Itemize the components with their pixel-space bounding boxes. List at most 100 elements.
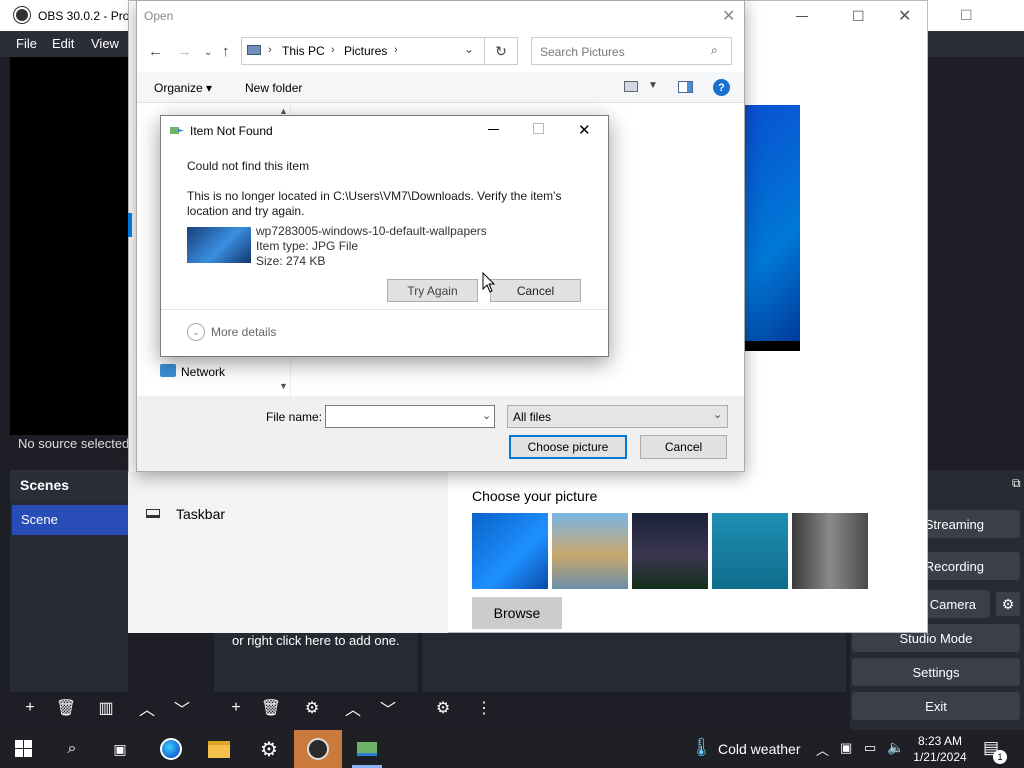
settings-close-icon[interactable]: ✕ [898, 6, 911, 26]
move-source-up-icon[interactable]: ︿ [339, 696, 367, 720]
item-not-found-heading: Could not find this item [187, 159, 310, 173]
weather-text[interactable]: Cold weather [718, 741, 801, 757]
search-input[interactable]: Search Pictures [531, 37, 732, 65]
view-options-icon[interactable] [624, 81, 638, 92]
more-details-toggle[interactable]: More details [211, 325, 276, 339]
picture-thumbnail-2[interactable] [552, 513, 628, 589]
task-view-icon[interactable]: ▣ [106, 735, 134, 763]
search-icon: ⌕ [711, 43, 718, 57]
view-dropdown-icon[interactable]: ▼ [648, 80, 658, 91]
organize-label: Organize [154, 81, 203, 95]
inf-close-icon[interactable]: ✕ [578, 121, 591, 139]
file-type-dropdown-icon: ⌄ [713, 409, 723, 421]
breadcrumb-this-pc[interactable]: This PC [282, 44, 325, 58]
clock-date: 1/21/2024 [913, 750, 967, 764]
dock-float-icon[interactable]: ⧉ [1012, 476, 1021, 491]
picture-thumbnail-5[interactable] [792, 513, 868, 589]
clock[interactable]: 8:23 AM 1/21/2024 [900, 733, 980, 765]
inf-cancel-button[interactable]: Cancel [490, 279, 581, 302]
move-source-down-icon[interactable]: ﹀ [374, 696, 402, 720]
new-folder-button[interactable]: New folder [245, 81, 302, 95]
file-size: Size: 274 KB [256, 254, 326, 268]
scene-filters-icon[interactable]: ▥ [92, 696, 120, 720]
settings-nav-pane [128, 472, 448, 633]
nav-taskbar[interactable]: Taskbar [176, 506, 225, 522]
obs-preview [10, 57, 130, 435]
settings-minimize-icon[interactable] [796, 16, 808, 17]
forward-arrow-icon[interactable]: → [177, 43, 192, 60]
thermometer-icon: 🌡 [690, 737, 713, 757]
browse-button[interactable]: Browse [472, 597, 562, 629]
scenes-title: Scenes [20, 477, 70, 493]
move-scene-down-icon[interactable]: ﹀ [168, 696, 196, 720]
scene-list-item[interactable]: Scene [12, 505, 128, 535]
chevron-down-icon[interactable]: ⌄ [187, 323, 205, 341]
start-icon[interactable] [15, 740, 32, 757]
remove-scene-icon[interactable]: 🗑 [52, 696, 80, 720]
back-arrow-icon[interactable]: ← [148, 43, 163, 60]
inf-divider [161, 309, 608, 310]
file-type-select[interactable]: All files [507, 405, 728, 428]
file-explorer-icon[interactable] [205, 735, 233, 763]
file-name: wp7283005-windows-10-default-wallpapers [256, 224, 487, 238]
add-source-icon[interactable]: + [222, 696, 250, 720]
preview-pane-icon[interactable] [678, 81, 693, 93]
no-source-label: No source selected [18, 436, 130, 451]
settings-maximize-icon[interactable]: ☐ [852, 8, 865, 25]
file-name-input[interactable] [325, 405, 495, 428]
source-properties-icon[interactable]: ⚙ [298, 696, 326, 720]
open-cancel-button[interactable]: Cancel [640, 435, 727, 459]
breadcrumb-separator-icon: › [394, 44, 398, 56]
up-arrow-icon[interactable]: ↑ [222, 43, 230, 60]
selected-indicator [128, 213, 132, 237]
settings-button[interactable]: Settings [852, 658, 1020, 686]
menu-view[interactable]: View [91, 36, 119, 51]
address-dropdown-icon[interactable]: ⌄ [464, 42, 474, 56]
chevron-up-icon[interactable]: ︿ [816, 740, 829, 759]
breadcrumb-pictures[interactable]: Pictures [344, 44, 387, 58]
recent-locations-icon[interactable]: ⌄ [204, 47, 212, 58]
item-not-found-message: This is no longer located in C:\Users\VM… [187, 189, 562, 218]
choose-picture-button[interactable]: Choose picture [509, 435, 627, 459]
settings-gear-icon[interactable]: ⚙ [255, 735, 283, 763]
audio-advanced-settings-icon[interactable]: ⚙ [429, 696, 457, 720]
open-dialog-close-icon[interactable]: ✕ [722, 6, 735, 26]
this-pc-icon [247, 45, 261, 55]
try-again-button[interactable]: Try Again [387, 279, 478, 302]
picture-thumbnail-1[interactable] [472, 513, 548, 589]
refresh-icon[interactable]: ↻ [485, 37, 518, 65]
sources-hint: or right click here to add one. [232, 633, 400, 648]
move-scene-up-icon[interactable]: ︿ [133, 696, 161, 720]
mixer-menu-icon[interactable]: ⋮ [470, 696, 498, 720]
inf-minimize-icon[interactable] [488, 129, 499, 130]
camera-icon[interactable]: ▣ [840, 740, 852, 756]
picture-thumbnail-3[interactable] [632, 513, 708, 589]
obs-icon[interactable] [304, 735, 332, 763]
open-dialog-title: Open [144, 9, 174, 23]
obs-maximize-icon[interactable]: ☐ [960, 7, 973, 24]
network-tray-icon[interactable]: ▭ [864, 740, 876, 756]
search-icon[interactable]: ⌕ [58, 735, 86, 763]
mixer-panel [422, 632, 846, 692]
explorer-icon [170, 127, 184, 134]
wallpaper-preview-taskbar [743, 341, 800, 351]
help-icon[interactable]: ? [713, 79, 730, 96]
scroll-down-icon[interactable]: ▼ [279, 381, 288, 391]
file-name-label: File name: [266, 410, 323, 424]
nav-network[interactable]: Network [181, 365, 225, 379]
explorer-window-icon[interactable] [353, 735, 381, 763]
network-icon [160, 364, 176, 377]
edge-icon[interactable] [157, 735, 185, 763]
add-scene-icon[interactable]: + [16, 696, 44, 720]
file-thumbnail [187, 227, 251, 263]
remove-source-icon[interactable]: 🗑 [257, 696, 285, 720]
picture-thumbnail-4[interactable] [712, 513, 788, 589]
taskbar-icon [146, 509, 160, 518]
file-name-dropdown-icon[interactable]: ⌄ [482, 409, 491, 422]
breadcrumb-separator-icon: › [331, 44, 335, 56]
menu-edit[interactable]: Edit [52, 36, 74, 51]
exit-button[interactable]: Exit [852, 692, 1020, 720]
menu-file[interactable]: File [16, 36, 37, 51]
virtual-camera-settings-icon[interactable]: ⚙ [996, 592, 1020, 616]
organize-button[interactable]: Organize ▾ [154, 81, 212, 95]
